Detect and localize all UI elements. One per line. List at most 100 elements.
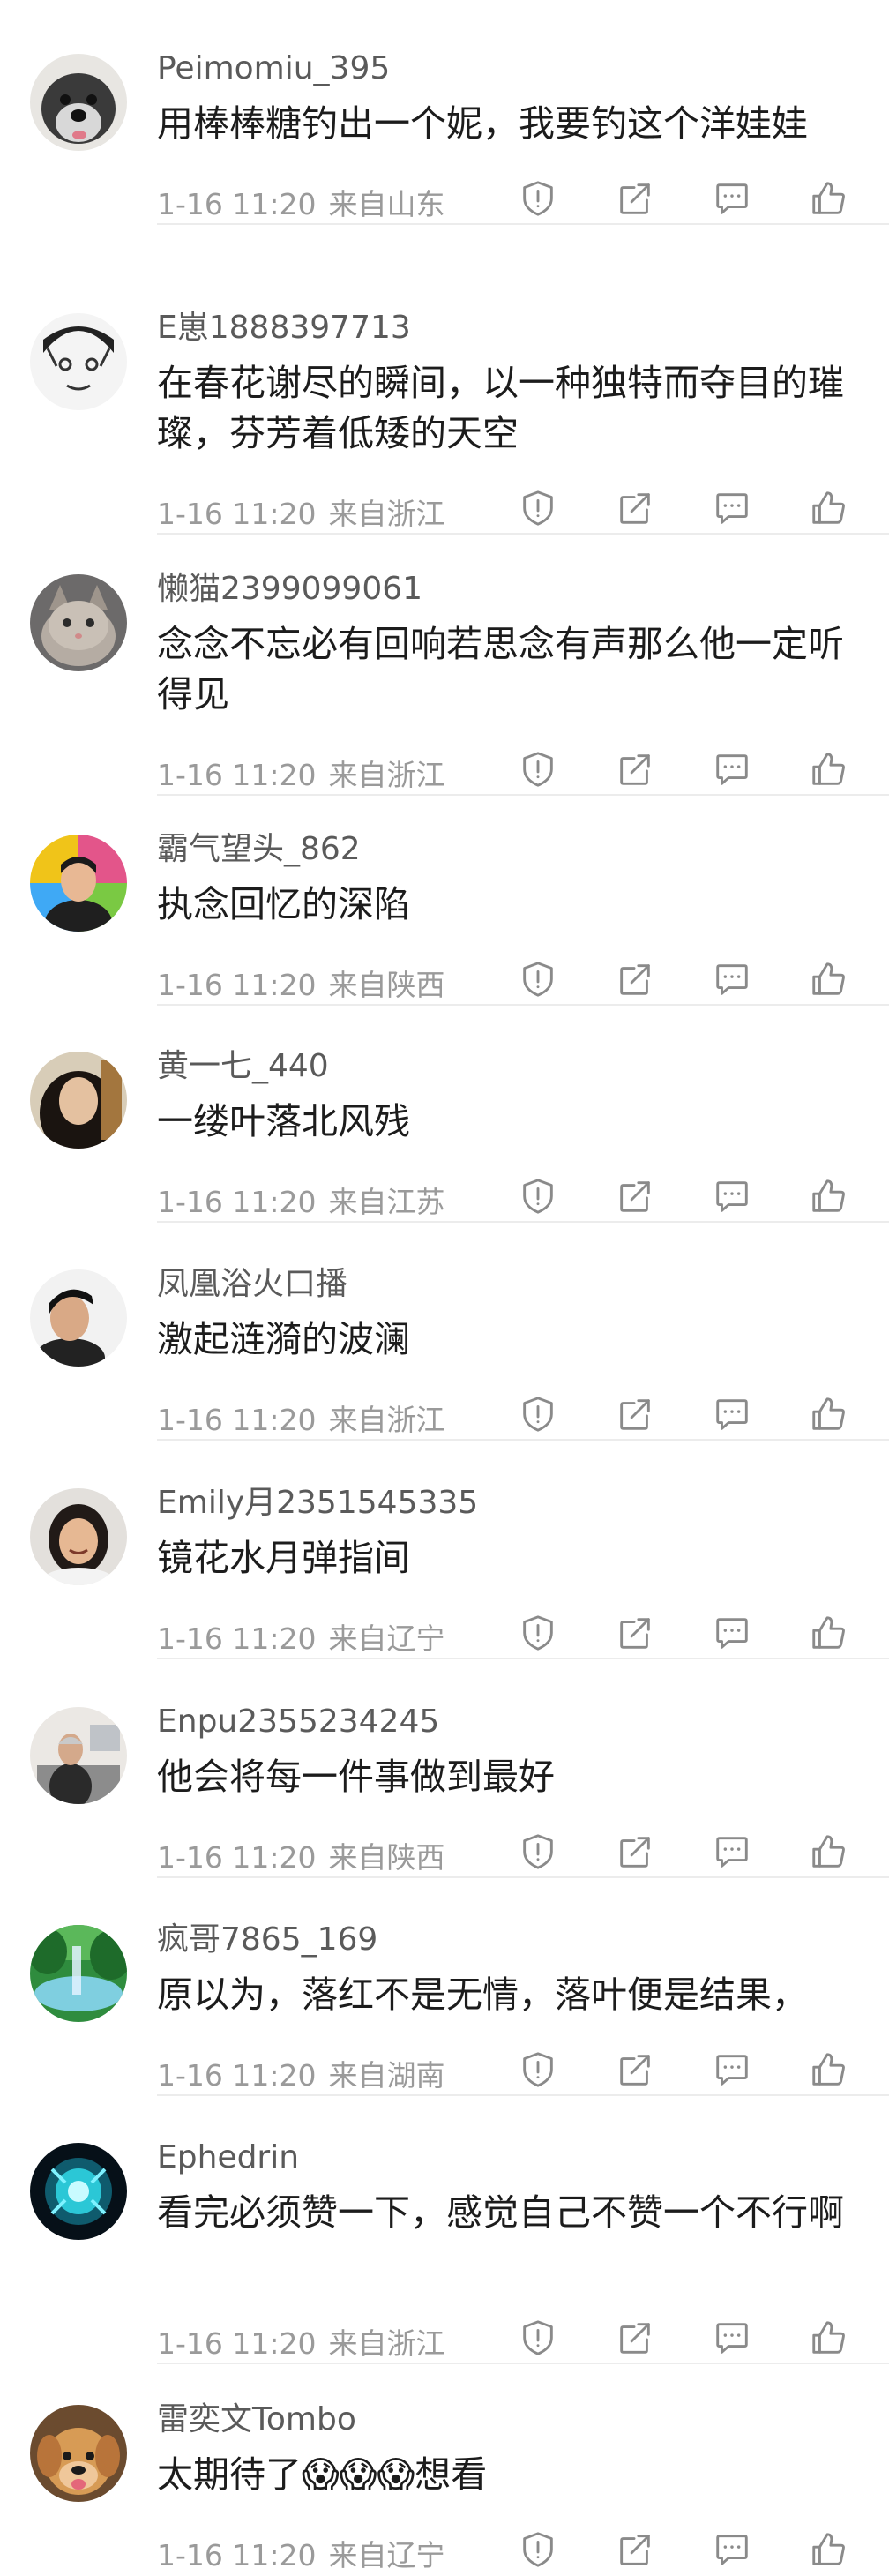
like-button[interactable] xyxy=(804,485,854,535)
reply-icon xyxy=(712,2318,752,2362)
like-button[interactable] xyxy=(804,746,854,796)
comment-location: 来自辽宁 xyxy=(328,1621,445,1656)
like-button[interactable] xyxy=(804,2047,854,2096)
avatar[interactable] xyxy=(30,2143,127,2240)
share-button[interactable] xyxy=(610,746,660,796)
divider xyxy=(157,1439,889,1441)
reply-icon xyxy=(712,1394,752,1438)
like-button[interactable] xyxy=(804,176,854,225)
share-button[interactable] xyxy=(610,1391,660,1441)
report-button[interactable] xyxy=(513,485,563,535)
username[interactable]: E崽1888397713 xyxy=(157,309,411,347)
report-button[interactable] xyxy=(513,2527,563,2576)
report-button[interactable] xyxy=(513,956,563,1006)
share-button[interactable] xyxy=(610,1173,660,1223)
share-button[interactable] xyxy=(610,2047,660,2096)
avatar[interactable] xyxy=(30,54,127,151)
username[interactable]: 霸气望头_862 xyxy=(157,830,361,868)
report-button[interactable] xyxy=(513,1173,563,1223)
reply-button[interactable] xyxy=(707,2315,757,2364)
like-icon xyxy=(809,749,849,793)
comment-meta: 1-16 11:20 来自湖南 xyxy=(157,2052,458,2094)
share-icon xyxy=(615,2049,655,2093)
avatar[interactable] xyxy=(30,835,127,932)
reply-button[interactable] xyxy=(707,956,757,1006)
avatar[interactable] xyxy=(30,1269,127,1367)
report-icon xyxy=(518,178,558,222)
report-button[interactable] xyxy=(513,1391,563,1441)
username[interactable]: Ephedrin xyxy=(157,2138,299,2176)
username[interactable]: 雷奕文Tombo xyxy=(157,2400,356,2438)
reply-button[interactable] xyxy=(707,746,757,796)
reply-button[interactable] xyxy=(707,1829,757,1878)
username[interactable]: Emily月2351545335 xyxy=(157,1484,478,1522)
share-icon xyxy=(615,1176,655,1220)
comment-location: 来自江苏 xyxy=(328,1185,445,1219)
comment-meta: 1-16 11:20 来自浙江 xyxy=(157,752,458,794)
username[interactable]: Enpu2355234245 xyxy=(157,1703,439,1741)
reply-button[interactable] xyxy=(707,485,757,535)
comment-text: 看完必须赞一下，感觉自己不赞一个不行啊 xyxy=(157,2191,844,2234)
report-icon xyxy=(518,1613,558,1657)
username[interactable]: 疯哥7865_169 xyxy=(157,1921,377,1958)
share-button[interactable] xyxy=(610,956,660,1006)
like-icon xyxy=(809,1176,849,1220)
avatar[interactable] xyxy=(30,574,127,671)
like-icon xyxy=(809,959,849,1003)
report-button[interactable] xyxy=(513,2315,563,2364)
like-button[interactable] xyxy=(804,1173,854,1223)
comment-meta: 1-16 11:20 来自浙江 xyxy=(157,490,458,533)
like-icon xyxy=(809,2318,849,2362)
comment-meta: 1-16 11:20 来自山东 xyxy=(157,181,458,223)
reply-icon xyxy=(712,178,752,222)
like-button[interactable] xyxy=(804,1610,854,1659)
username[interactable]: Peimomiu_395 xyxy=(157,49,390,87)
comment-meta: 1-16 11:20 来自陕西 xyxy=(157,1834,458,1876)
reply-button[interactable] xyxy=(707,2527,757,2576)
like-button[interactable] xyxy=(804,1829,854,1878)
comment-location: 来自湖南 xyxy=(328,2058,445,2093)
share-button[interactable] xyxy=(610,485,660,535)
reply-button[interactable] xyxy=(707,1391,757,1441)
avatar[interactable] xyxy=(30,2405,127,2502)
reply-button[interactable] xyxy=(707,1173,757,1223)
username[interactable]: 懒猫2399099061 xyxy=(157,570,422,608)
share-button[interactable] xyxy=(610,2527,660,2576)
reply-icon xyxy=(712,2049,752,2093)
share-button[interactable] xyxy=(610,1829,660,1878)
like-icon xyxy=(809,1613,849,1657)
reply-icon xyxy=(712,1176,752,1220)
share-button[interactable] xyxy=(610,2315,660,2364)
report-button[interactable] xyxy=(513,1829,563,1878)
report-button[interactable] xyxy=(513,176,563,225)
like-button[interactable] xyxy=(804,2527,854,2576)
avatar[interactable] xyxy=(30,1707,127,1804)
report-button[interactable] xyxy=(513,746,563,796)
share-icon xyxy=(615,1394,655,1438)
reply-button[interactable] xyxy=(707,2047,757,2096)
avatar[interactable] xyxy=(30,1052,127,1149)
username[interactable]: 凤凰浴火口播 xyxy=(157,1265,347,1303)
like-button[interactable] xyxy=(804,956,854,1006)
share-button[interactable] xyxy=(610,176,660,225)
share-icon xyxy=(615,2529,655,2573)
like-icon xyxy=(809,178,849,222)
comment-location: 来自浙江 xyxy=(328,758,445,792)
avatar[interactable] xyxy=(30,1925,127,2022)
comment-text: 太期待了😱😱😱想看 xyxy=(157,2453,488,2496)
man-dark-hair-avatar xyxy=(30,1269,127,1367)
avatar[interactable] xyxy=(30,1488,127,1585)
comment-time: 1-16 11:20 xyxy=(157,2058,317,2093)
comment-location: 来自浙江 xyxy=(328,2326,445,2361)
report-button[interactable] xyxy=(513,1610,563,1659)
avatar[interactable] xyxy=(30,313,127,410)
report-icon xyxy=(518,2529,558,2573)
username[interactable]: 黄一七_440 xyxy=(157,1047,329,1085)
reply-button[interactable] xyxy=(707,1610,757,1659)
report-button[interactable] xyxy=(513,2047,563,2096)
like-button[interactable] xyxy=(804,2315,854,2364)
like-icon xyxy=(809,1831,849,1876)
share-button[interactable] xyxy=(610,1610,660,1659)
reply-button[interactable] xyxy=(707,176,757,225)
like-button[interactable] xyxy=(804,1391,854,1441)
